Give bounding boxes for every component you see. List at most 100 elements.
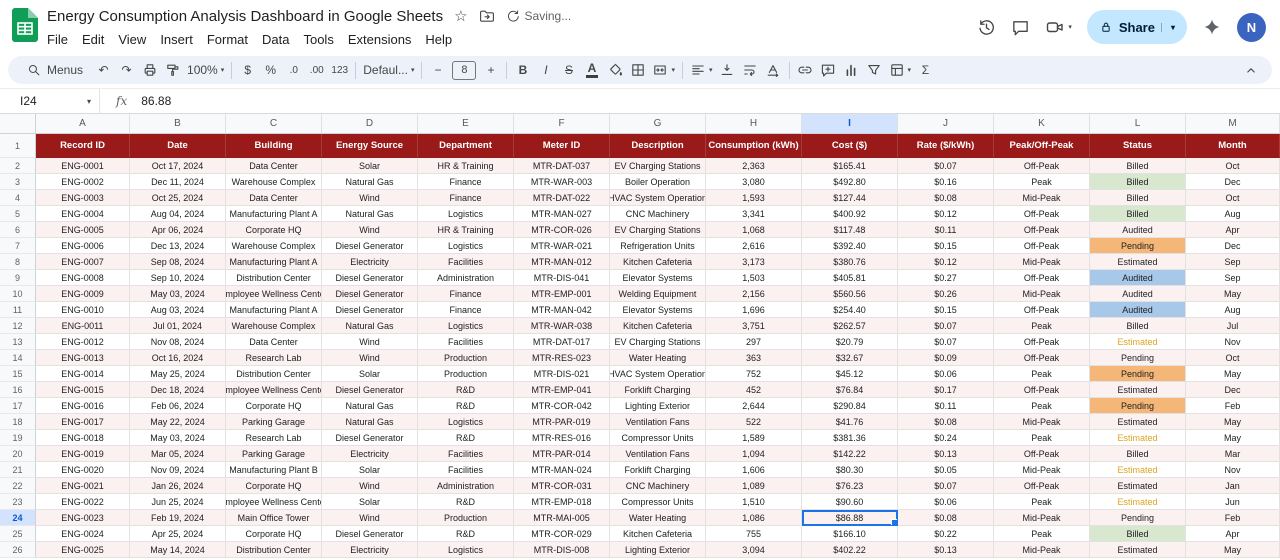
header-cell-m[interactable]: Month	[1186, 134, 1280, 158]
cell-M19[interactable]: May	[1186, 430, 1280, 446]
cell-C6[interactable]: Corporate HQ	[226, 222, 322, 238]
cell-I13[interactable]: $20.79	[802, 334, 898, 350]
cell-J17[interactable]: $0.11	[898, 398, 994, 414]
cell-J24[interactable]: $0.08	[898, 510, 994, 526]
cell-E13[interactable]: Facilities	[418, 334, 514, 350]
cell-A18[interactable]: ENG-0017	[36, 414, 130, 430]
cell-J19[interactable]: $0.24	[898, 430, 994, 446]
cell-M21[interactable]: Nov	[1186, 462, 1280, 478]
cell-L24[interactable]: Pending	[1090, 510, 1186, 526]
vertical-align-button[interactable]	[716, 58, 739, 82]
cell-C15[interactable]: Distribution Center	[226, 366, 322, 382]
cell-M22[interactable]: Jan	[1186, 478, 1280, 494]
cell-I7[interactable]: $392.40	[802, 238, 898, 254]
cell-D21[interactable]: Solar	[322, 462, 418, 478]
row-number-23[interactable]: 23	[0, 494, 36, 510]
formula-input[interactable]: 86.88	[141, 94, 1280, 108]
cell-K11[interactable]: Off-Peak	[994, 302, 1090, 318]
cell-E17[interactable]: R&D	[418, 398, 514, 414]
cell-F5[interactable]: MTR-MAN-027	[514, 206, 610, 222]
cell-C21[interactable]: Manufacturing Plant B	[226, 462, 322, 478]
sync-status[interactable]: Saving...	[506, 9, 572, 23]
cell-F23[interactable]: MTR-EMP-018	[514, 494, 610, 510]
cell-I15[interactable]: $45.12	[802, 366, 898, 382]
cell-G10[interactable]: Welding Equipment	[610, 286, 706, 302]
cell-K5[interactable]: Off-Peak	[994, 206, 1090, 222]
cell-I9[interactable]: $405.81	[802, 270, 898, 286]
cell-C4[interactable]: Data Center	[226, 190, 322, 206]
cell-L14[interactable]: Pending	[1090, 350, 1186, 366]
column-header-e[interactable]: E	[418, 114, 514, 133]
cell-I16[interactable]: $76.84	[802, 382, 898, 398]
cell-B19[interactable]: May 03, 2024	[130, 430, 226, 446]
cell-H18[interactable]: 522	[706, 414, 802, 430]
cell-H11[interactable]: 1,696	[706, 302, 802, 318]
cell-F13[interactable]: MTR-DAT-017	[514, 334, 610, 350]
cell-D7[interactable]: Diesel Generator	[322, 238, 418, 254]
cell-F16[interactable]: MTR-EMP-041	[514, 382, 610, 398]
cell-K9[interactable]: Off-Peak	[994, 270, 1090, 286]
cell-G6[interactable]: EV Charging Stations	[610, 222, 706, 238]
row-number-22[interactable]: 22	[0, 478, 36, 494]
cell-G17[interactable]: Lighting Exterior	[610, 398, 706, 414]
column-header-h[interactable]: H	[706, 114, 802, 133]
cell-J18[interactable]: $0.08	[898, 414, 994, 430]
cell-L18[interactable]: Estimated	[1090, 414, 1186, 430]
cell-C12[interactable]: Warehouse Complex	[226, 318, 322, 334]
cell-H23[interactable]: 1,510	[706, 494, 802, 510]
cell-F2[interactable]: MTR-DAT-037	[514, 158, 610, 174]
cell-A11[interactable]: ENG-0010	[36, 302, 130, 318]
cell-E24[interactable]: Production	[418, 510, 514, 526]
cell-M8[interactable]: Sep	[1186, 254, 1280, 270]
header-cell-j[interactable]: Rate ($/kWh)	[898, 134, 994, 158]
cell-M3[interactable]: Dec	[1186, 174, 1280, 190]
cell-I21[interactable]: $80.30	[802, 462, 898, 478]
cell-M26[interactable]: May	[1186, 542, 1280, 558]
cell-K2[interactable]: Off-Peak	[994, 158, 1090, 174]
cell-J2[interactable]: $0.07	[898, 158, 994, 174]
cell-F25[interactable]: MTR-COR-029	[514, 526, 610, 542]
cell-D19[interactable]: Diesel Generator	[322, 430, 418, 446]
cell-L12[interactable]: Billed	[1090, 318, 1186, 334]
cell-A15[interactable]: ENG-0014	[36, 366, 130, 382]
cell-A21[interactable]: ENG-0020	[36, 462, 130, 478]
cell-A7[interactable]: ENG-0006	[36, 238, 130, 254]
row-number-11[interactable]: 11	[0, 302, 36, 318]
cell-A9[interactable]: ENG-0008	[36, 270, 130, 286]
cell-C5[interactable]: Manufacturing Plant A	[226, 206, 322, 222]
header-cell-d[interactable]: Energy Source	[322, 134, 418, 158]
column-header-f[interactable]: F	[514, 114, 610, 133]
cell-F10[interactable]: MTR-EMP-001	[514, 286, 610, 302]
menu-edit[interactable]: Edit	[75, 30, 111, 49]
cell-G12[interactable]: Kitchen Cafeteria	[610, 318, 706, 334]
cell-J25[interactable]: $0.22	[898, 526, 994, 542]
cell-H17[interactable]: 2,644	[706, 398, 802, 414]
menu-tools[interactable]: Tools	[296, 30, 340, 49]
sheets-logo[interactable]	[12, 8, 38, 47]
cell-C8[interactable]: Manufacturing Plant A	[226, 254, 322, 270]
cell-E11[interactable]: Finance	[418, 302, 514, 318]
cell-B5[interactable]: Aug 04, 2024	[130, 206, 226, 222]
cell-I5[interactable]: $400.92	[802, 206, 898, 222]
cell-H13[interactable]: 297	[706, 334, 802, 350]
currency-format-button[interactable]: $	[236, 58, 259, 82]
row-number-25[interactable]: 25	[0, 526, 36, 542]
cell-G15[interactable]: HVAC System Operation	[610, 366, 706, 382]
cell-A6[interactable]: ENG-0005	[36, 222, 130, 238]
row-number-7[interactable]: 7	[0, 238, 36, 254]
cell-K14[interactable]: Off-Peak	[994, 350, 1090, 366]
cell-C22[interactable]: Corporate HQ	[226, 478, 322, 494]
select-all-corner[interactable]	[0, 114, 36, 133]
cell-G23[interactable]: Compressor Units	[610, 494, 706, 510]
row-number-26[interactable]: 26	[0, 542, 36, 558]
font-select[interactable]: Defaul... ▾	[360, 58, 417, 82]
cell-J10[interactable]: $0.26	[898, 286, 994, 302]
cell-K7[interactable]: Off-Peak	[994, 238, 1090, 254]
cell-L21[interactable]: Estimated	[1090, 462, 1186, 478]
cell-J11[interactable]: $0.15	[898, 302, 994, 318]
cell-K4[interactable]: Mid-Peak	[994, 190, 1090, 206]
cell-E25[interactable]: R&D	[418, 526, 514, 542]
cell-D12[interactable]: Natural Gas	[322, 318, 418, 334]
row-number-16[interactable]: 16	[0, 382, 36, 398]
redo-button[interactable]: ↷	[115, 58, 138, 82]
